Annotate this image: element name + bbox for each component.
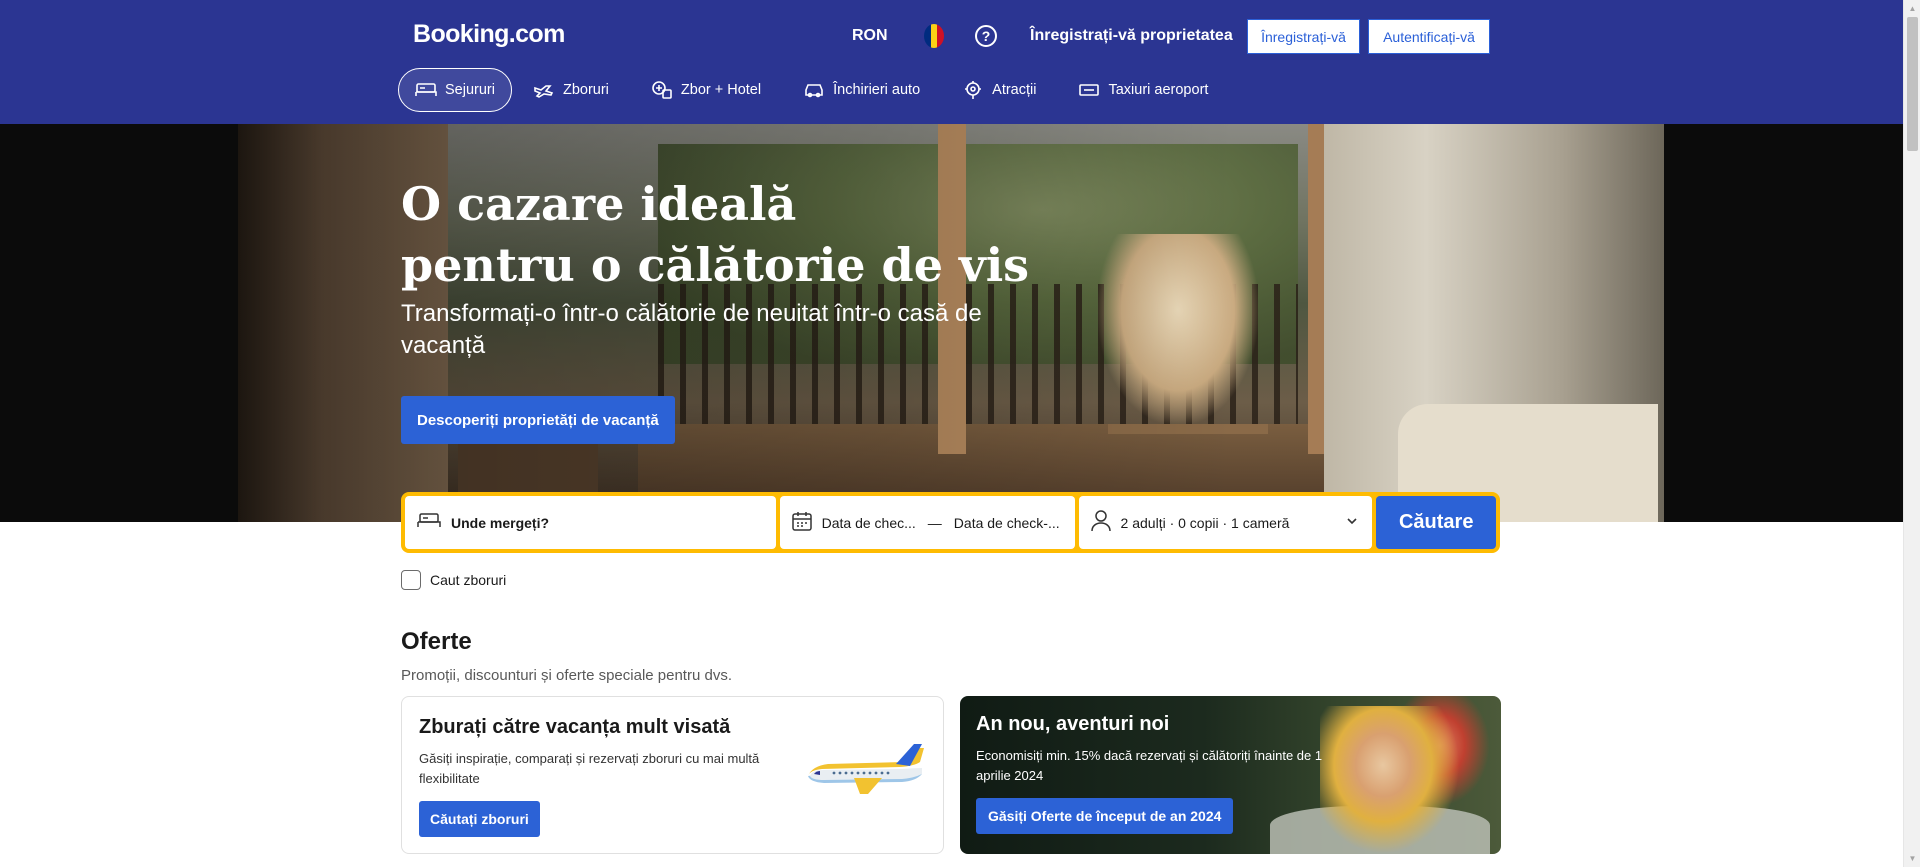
scrollbar-thumb[interactable]	[1907, 17, 1918, 151]
destination-input[interactable]: Unde mergeți?	[451, 515, 549, 531]
nav-item-flight-hotel[interactable]: Zbor + Hotel	[630, 68, 782, 112]
offer-card-new-year: An nou, aventuri noi Economisiți min. 15…	[960, 696, 1501, 854]
flag-stripe-blue	[924, 24, 931, 48]
booking-logo[interactable]: Booking.com	[413, 20, 565, 49]
offers-subtitle: Promoții, discounturi și oferte speciale…	[401, 667, 732, 684]
occupancy-value: 2 adulți · 0 copii · 1 cameră	[1120, 514, 1290, 531]
checkbox-label: Caut zboruri	[430, 572, 507, 588]
attractions-icon	[962, 80, 984, 100]
offer-card-title: An nou, aventuri noi	[976, 713, 1170, 735]
nav-item-label: Închirieri auto	[833, 82, 921, 98]
bed-icon	[415, 81, 437, 99]
scroll-down-arrow-icon[interactable]: ▼	[1904, 850, 1920, 867]
nav-item-car-rental[interactable]: Închirieri auto	[782, 68, 941, 112]
occupancy-field[interactable]: 2 adulți · 0 copii · 1 cameră	[1078, 496, 1373, 549]
airplane-illustration-icon	[804, 742, 928, 807]
nav-item-label: Sejururi	[445, 82, 495, 98]
search-flights-checkbox[interactable]: Caut zboruri	[401, 570, 506, 590]
booking-home-page: Booking.com RON ? Înregistrați-vă propri…	[0, 0, 1920, 867]
discover-vacation-homes-button[interactable]: Descoperiți proprietăți de vacanță	[401, 396, 675, 444]
register-button[interactable]: Înregistrați-vă	[1247, 19, 1360, 54]
chevron-down-icon	[1346, 514, 1358, 530]
destination-field[interactable]: Unde mergeți?	[405, 496, 776, 549]
nav-item-stays[interactable]: Sejururi	[398, 68, 512, 112]
taxi-icon	[1078, 82, 1100, 98]
offer-card-description: Găsiți inspirație, comparați și rezervaț…	[419, 751, 760, 786]
find-new-year-deals-button[interactable]: Găsiți Oferte de început de an 2024	[976, 798, 1234, 834]
list-property-link[interactable]: Înregistrați-vă proprietatea	[1030, 27, 1233, 45]
bed-icon	[417, 511, 441, 534]
checkout-date[interactable]: Data de check-...	[954, 515, 1060, 531]
search-flights-button[interactable]: Căutați zboruri	[419, 801, 540, 837]
nav-item-attractions[interactable]: Atracții	[941, 68, 1057, 112]
flag-stripe-yellow	[930, 24, 938, 48]
language-flag-icon[interactable]	[924, 24, 944, 48]
search-button[interactable]: Căutare	[1376, 496, 1496, 549]
page-scrollbar[interactable]: ▲ ▼	[1903, 0, 1920, 867]
help-icon[interactable]: ?	[975, 25, 997, 47]
hero-subtitle: Transformați-o într-o călătorie de neuit…	[401, 300, 982, 359]
plane-icon	[533, 81, 555, 99]
nav-item-label: Zboruri	[562, 82, 609, 98]
hero-title: O cazare ideală pentru o călătorie de vi…	[401, 177, 1030, 292]
flag-stripe-red	[937, 24, 944, 48]
flight-hotel-icon	[651, 80, 673, 100]
offer-card-title: Zburați către vacanța mult visată	[419, 716, 731, 738]
offers-title: Oferte	[401, 628, 472, 655]
offer-card-flights: Zburați către vacanța mult visată Găsiți…	[401, 696, 944, 854]
checkin-date[interactable]: Data de chec...	[822, 515, 916, 531]
person-icon	[1090, 510, 1111, 535]
date-separator: —	[927, 514, 942, 531]
currency-selector[interactable]: RON	[852, 27, 888, 45]
dates-field[interactable]: Data de chec... — Data de check-...	[779, 496, 1075, 549]
checkbox[interactable]	[401, 570, 421, 590]
calendar-icon	[791, 511, 812, 534]
car-icon	[803, 81, 825, 99]
scroll-up-arrow-icon[interactable]: ▲	[1904, 0, 1920, 17]
sign-in-button[interactable]: Autentificați-vă	[1368, 19, 1490, 54]
nav-item-label: Zbor + Hotel	[680, 82, 762, 98]
main-nav: Sejururi Zboruri Zbor + Hotel Închirieri…	[398, 68, 1229, 112]
top-header: Booking.com RON ? Înregistrați-vă propri…	[0, 0, 1920, 124]
nav-item-airport-taxis[interactable]: Taxiuri aeroport	[1057, 68, 1229, 112]
nav-item-flights[interactable]: Zboruri	[512, 68, 630, 112]
nav-item-label: Taxiuri aeroport	[1108, 82, 1209, 98]
offer-card-description: Economisiți min. 15% dacă rezervați și c…	[976, 748, 1323, 783]
nav-item-label: Atracții	[992, 82, 1037, 98]
search-bar: Unde mergeți? Data de chec... — Data de …	[401, 492, 1500, 553]
